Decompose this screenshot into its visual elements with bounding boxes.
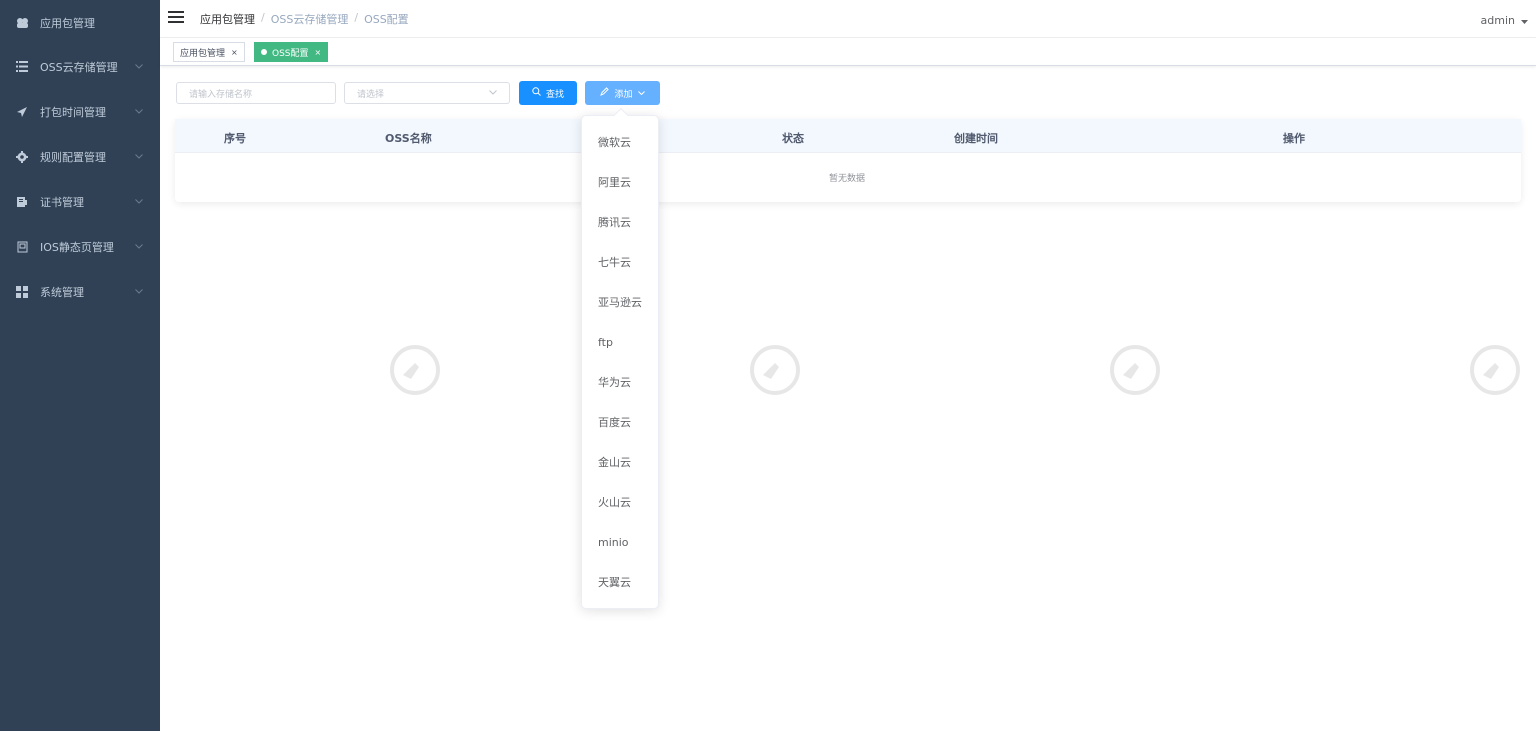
menu-item-kingsoft-cloud[interactable]: 金山云 bbox=[582, 442, 658, 482]
list-icon bbox=[15, 60, 29, 74]
chevron-down-icon bbox=[134, 242, 144, 252]
sidebar-item-system[interactable]: 系统管理 bbox=[0, 269, 160, 314]
breadcrumb: 应用包管理 / OSS云存储管理 / OSS配置 bbox=[200, 11, 409, 27]
watermark-logo bbox=[745, 345, 809, 398]
sidebar: 应用包管理 OSS云存储管理 打包时间管理 规则配置管理 证书管理 IOS静态页… bbox=[0, 0, 160, 731]
chevron-down-icon bbox=[134, 287, 144, 297]
grid-icon bbox=[15, 285, 29, 299]
add-button[interactable]: 添加 bbox=[585, 81, 660, 105]
app-package-icon bbox=[15, 16, 29, 30]
page-icon bbox=[15, 240, 29, 254]
tag-label: 应用包管理 bbox=[180, 48, 226, 59]
chevron-down-icon bbox=[134, 107, 144, 117]
tag-label: OSS配置 bbox=[272, 48, 309, 59]
column-header: 操作 bbox=[1283, 132, 1305, 145]
sidebar-item-rule-config[interactable]: 规则配置管理 bbox=[0, 134, 160, 179]
menu-item-ftp[interactable]: ftp bbox=[582, 322, 658, 362]
tag-app-package[interactable]: 应用包管理 × bbox=[173, 42, 245, 62]
watermark-logo bbox=[1105, 345, 1169, 398]
sidebar-item-pack-time[interactable]: 打包时间管理 bbox=[0, 89, 160, 134]
navbar: 应用包管理 / OSS云存储管理 / OSS配置 admin bbox=[160, 0, 1536, 38]
sidebar-item-label: 证书管理 bbox=[40, 195, 84, 209]
menu-item-amazon-cloud[interactable]: 亚马逊云 bbox=[582, 282, 658, 322]
tags-view: 应用包管理 × OSS配置 × bbox=[160, 38, 1536, 66]
type-select[interactable]: 请选择 bbox=[344, 82, 510, 104]
sidebar-item-oss-storage[interactable]: OSS云存储管理 bbox=[0, 44, 160, 89]
gear-icon bbox=[15, 150, 29, 164]
sidebar-item-label: 系统管理 bbox=[40, 285, 84, 299]
search-icon bbox=[532, 87, 541, 99]
sidebar-item-label: IOS静态页管理 bbox=[40, 240, 114, 254]
menu-item-microsoft-cloud[interactable]: 微软云 bbox=[582, 122, 658, 162]
column-header: 创建时间 bbox=[954, 132, 998, 145]
user-menu[interactable]: admin bbox=[1481, 14, 1528, 27]
column-header: OSS名称 bbox=[385, 132, 432, 145]
menu-item-aliyun[interactable]: 阿里云 bbox=[582, 162, 658, 202]
active-dot-icon bbox=[261, 49, 267, 55]
hamburger-menu-icon[interactable] bbox=[168, 9, 184, 25]
search-button-label: 查找 bbox=[545, 89, 564, 100]
breadcrumb-item: OSS云存储管理 bbox=[270, 13, 349, 26]
tag-oss-config[interactable]: OSS配置 × bbox=[254, 42, 329, 62]
sidebar-item-app-package[interactable]: 应用包管理 bbox=[0, 0, 160, 45]
close-icon[interactable]: × bbox=[315, 48, 322, 57]
certificate-icon bbox=[15, 195, 29, 209]
select-placeholder: 请选择 bbox=[357, 89, 385, 100]
username: admin bbox=[1480, 14, 1515, 27]
sidebar-item-label: 规则配置管理 bbox=[40, 150, 106, 164]
chevron-down-icon bbox=[134, 197, 144, 207]
empty-text: 暂无数据 bbox=[829, 174, 866, 184]
input-placeholder: 请输入存储名称 bbox=[189, 89, 253, 100]
menu-item-huawei-cloud[interactable]: 华为云 bbox=[582, 362, 658, 402]
storage-name-input[interactable]: 请输入存储名称 bbox=[176, 82, 336, 104]
chevron-down-icon bbox=[134, 62, 144, 72]
sidebar-item-label: OSS云存储管理 bbox=[40, 60, 118, 74]
menu-item-tencent-cloud[interactable]: 腾讯云 bbox=[582, 202, 658, 242]
sidebar-item-certificate[interactable]: 证书管理 bbox=[0, 179, 160, 224]
watermark-logo bbox=[1465, 345, 1529, 398]
menu-item-minio[interactable]: minio bbox=[582, 522, 658, 562]
oss-table: 序号 OSS名称 状态 创建时间 操作 暂无数据 bbox=[175, 119, 1521, 202]
column-header: 序号 bbox=[224, 132, 246, 145]
breadcrumb-item: OSS配置 bbox=[364, 13, 409, 26]
menu-item-baidu-cloud[interactable]: 百度云 bbox=[582, 402, 658, 442]
watermark-logo bbox=[385, 345, 449, 398]
sidebar-item-label: 应用包管理 bbox=[40, 16, 95, 30]
breadcrumb-item[interactable]: 应用包管理 bbox=[200, 11, 255, 27]
sidebar-item-ios-static-page[interactable]: IOS静态页管理 bbox=[0, 224, 160, 269]
chevron-down-icon bbox=[134, 152, 144, 162]
menu-item-qiniu-cloud[interactable]: 七牛云 bbox=[582, 242, 658, 282]
chevron-down-icon bbox=[637, 88, 645, 98]
close-icon[interactable]: × bbox=[231, 48, 238, 57]
add-button-label: 添加 bbox=[614, 89, 633, 100]
sidebar-item-label: 打包时间管理 bbox=[40, 105, 106, 119]
send-icon bbox=[15, 105, 29, 119]
menu-item-tianyi-cloud[interactable]: 天翼云 bbox=[582, 562, 658, 602]
column-header: 状态 bbox=[782, 132, 804, 145]
menu-item-volcano-cloud[interactable]: 火山云 bbox=[582, 482, 658, 522]
caret-down-icon bbox=[1521, 14, 1528, 27]
add-dropdown-menu: 微软云 阿里云 腾讯云 七牛云 亚马逊云 ftp 华为云 百度云 金山云 火山云… bbox=[581, 107, 659, 609]
chevron-down-icon bbox=[489, 88, 497, 98]
search-button[interactable]: 查找 bbox=[519, 81, 577, 105]
table-header: 序号 OSS名称 状态 创建时间 操作 bbox=[175, 119, 1521, 153]
edit-icon bbox=[600, 87, 610, 99]
